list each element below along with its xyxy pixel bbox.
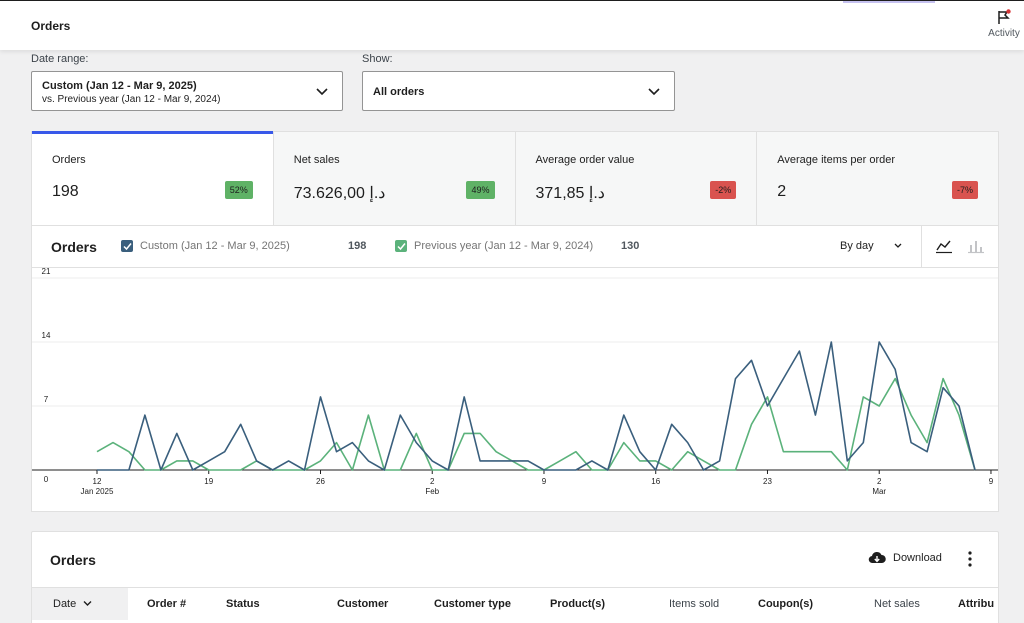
summary-label: Orders — [52, 154, 86, 166]
x-tick-label: 26 — [316, 477, 325, 486]
download-button[interactable]: Download — [868, 551, 942, 565]
summary-label: Net sales — [293, 154, 340, 166]
show-label: Show: — [362, 53, 393, 65]
x-tick-label: 9 — [989, 477, 994, 486]
checkbox-checked-icon — [395, 240, 407, 252]
x-tick-sublabel: Jan 2025 — [81, 487, 114, 496]
summary-label: Average items per order — [777, 154, 896, 166]
y-tick-label: 0 — [44, 475, 49, 484]
bar-chart-icon[interactable] — [967, 238, 985, 254]
delta-badge: 52% — [224, 181, 253, 199]
delta-badge: -2% — [710, 181, 737, 199]
x-tick-label: 2 — [430, 477, 435, 486]
x-tick-label: 16 — [651, 477, 660, 486]
orders-line-chart: 07142112Jan 202519 26 2Feb9 16 23 2Mar9 — [32, 268, 998, 496]
summary-card-average-items[interactable]: Average items per order 2 -7% — [757, 132, 998, 225]
chevron-down-icon — [316, 88, 328, 96]
table-header-row: Date Order # Status Customer Customer ty… — [32, 587, 998, 620]
chevron-down-icon — [894, 243, 902, 248]
legend-label: Previous year (Jan 12 - Mar 9, 2024) — [414, 240, 594, 252]
column-header-date[interactable]: Date — [53, 598, 92, 610]
legend-total-current: 198 — [348, 240, 367, 252]
summary-label: Average order value — [535, 154, 635, 166]
column-header-status[interactable]: Status — [226, 598, 260, 610]
x-tick-sublabel: Feb — [425, 487, 439, 496]
summary-card-net-sales[interactable]: Net sales 73.626,00 د.إ 49% — [273, 132, 516, 225]
summary-card-average-order-value[interactable]: Average order value 371,85 د.إ -2% — [515, 132, 758, 225]
chart-title: Orders — [51, 239, 97, 255]
activity-button[interactable]: Activity — [982, 9, 1024, 39]
orders-chart-panel: Orders Custom (Jan 12 - Mar 9, 2025) 198… — [31, 226, 999, 512]
y-tick-label: 21 — [42, 268, 51, 276]
legend-current[interactable]: Custom (Jan 12 - Mar 9, 2025) — [121, 240, 290, 252]
summary-cards: Orders 198 52% Net sales 73.626,00 د.إ 4… — [31, 131, 999, 226]
top-bar: Orders Activity — [0, 0, 1024, 50]
column-header-products[interactable]: Product(s) — [550, 598, 605, 610]
delta-badge: 49% — [466, 181, 495, 199]
date-range-compare: vs. Previous year (Jan 12 - Mar 9, 2024) — [42, 94, 221, 105]
column-header-net-sales[interactable]: Net sales — [874, 598, 920, 610]
summary-value: 198 — [52, 183, 79, 200]
x-tick-sublabel: Mar — [872, 487, 886, 496]
column-header-customer-type[interactable]: Customer type — [434, 598, 511, 610]
summary-card-orders[interactable]: Orders 198 52% — [32, 131, 274, 225]
legend-total-previous: 130 — [621, 240, 640, 252]
x-tick-label: 12 — [93, 477, 102, 486]
y-tick-label: 7 — [44, 395, 49, 404]
x-tick-label: 23 — [763, 477, 772, 486]
legend-previous[interactable]: Previous year (Jan 12 - Mar 9, 2024) — [395, 240, 593, 252]
column-header-coupons[interactable]: Coupon(s) — [758, 598, 813, 610]
orders-table-panel: Orders Download Date Order # Status Cust… — [31, 531, 999, 623]
column-header-attribution[interactable]: Attribu — [958, 598, 998, 610]
interval-select[interactable]: By day — [840, 240, 874, 252]
cloud-download-icon — [868, 551, 886, 564]
date-range-select[interactable]: Custom (Jan 12 - Mar 9, 2025) vs. Previo… — [31, 71, 343, 111]
summary-value: 371,85 د.إ — [535, 185, 605, 202]
more-options-icon[interactable] — [967, 551, 973, 567]
x-tick-label: 19 — [204, 477, 213, 486]
show-select[interactable]: All orders — [362, 71, 675, 111]
table-title: Orders — [50, 552, 96, 568]
column-header-customer[interactable]: Customer — [337, 598, 388, 610]
x-tick-label: 9 — [542, 477, 547, 486]
chevron-down-icon — [83, 601, 92, 606]
column-header-order-number[interactable]: Order # — [147, 598, 186, 610]
column-header-items-sold[interactable]: Items sold — [669, 598, 719, 610]
delta-badge: -7% — [951, 181, 978, 199]
chevron-down-icon — [648, 88, 660, 96]
date-range-value: Custom (Jan 12 - Mar 9, 2025) — [42, 80, 197, 92]
y-tick-label: 14 — [42, 331, 51, 340]
download-label: Download — [893, 552, 942, 564]
series-line-previous — [96, 377, 976, 471]
activity-label: Activity — [988, 28, 1020, 39]
legend-label: Custom (Jan 12 - Mar 9, 2025) — [140, 240, 290, 252]
chart-header: Orders Custom (Jan 12 - Mar 9, 2025) 198… — [32, 226, 998, 268]
flag-icon — [998, 9, 1011, 24]
x-tick-label: 2 — [877, 477, 882, 486]
loading-indicator — [843, 1, 935, 3]
line-chart-icon[interactable] — [935, 238, 953, 254]
date-range-label: Date range: — [31, 53, 89, 65]
summary-value: 2 — [777, 183, 787, 200]
checkbox-checked-icon — [121, 240, 133, 252]
summary-value: 73.626,00 د.إ — [293, 185, 386, 202]
show-value: All orders — [373, 86, 425, 98]
page-title: Orders — [31, 19, 71, 33]
